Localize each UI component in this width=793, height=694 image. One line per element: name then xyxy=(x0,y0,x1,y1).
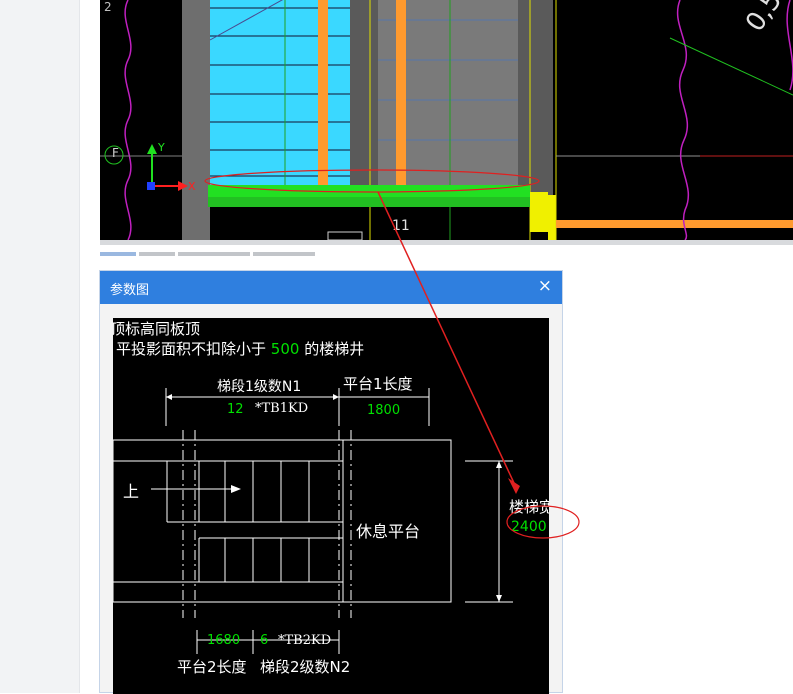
platform1-label: 平台1长度 xyxy=(343,375,413,393)
n2-value[interactable]: 6 xyxy=(260,633,268,648)
stair-width-label: 楼梯宽 xyxy=(509,498,549,516)
axis-y-label: Y xyxy=(158,141,165,154)
parameter-diagram: 顶标高同板顶 平投影面积不扣除小于 500 的楼梯井 梯段1级数N1 平台1长度… xyxy=(113,318,549,694)
stairwell-area-value[interactable]: 500 xyxy=(271,340,300,358)
dialog-titlebar[interactable]: 参数图 × xyxy=(100,271,562,304)
left-gutter xyxy=(0,0,80,693)
cad-viewport[interactable]: F Y X 11 2 0,5 xyxy=(100,0,793,240)
axis-x-label: X xyxy=(188,180,196,193)
note-line-2-prefix: 平投影面积不扣除小于 xyxy=(116,340,267,358)
cad-layout-tabs[interactable] xyxy=(100,241,318,256)
n1-value[interactable]: 12 xyxy=(227,402,244,417)
note-line-2: 平投影面积不扣除小于 500 的楼梯井 xyxy=(116,338,364,359)
layout-tab[interactable] xyxy=(100,252,136,256)
parameter-dialog: 参数图 × 顶标高同板顶 平投影面积不扣除小于 500 的楼梯井 梯段1级数N1… xyxy=(99,270,563,694)
up-label: 上 xyxy=(123,482,140,501)
layout-tab[interactable] xyxy=(178,252,250,256)
n2-label: 梯段2级数N2 xyxy=(260,658,351,676)
platform2-label: 平台2长度 xyxy=(177,658,247,676)
axis-f-label: F xyxy=(112,146,119,160)
rest-platform-label: 休息平台 xyxy=(356,522,421,541)
tb1kd-label: *TB1KD xyxy=(255,401,309,416)
note-line-1: 顶标高同板顶 xyxy=(113,320,201,338)
tb2kd-label: *TB2KD xyxy=(278,633,332,648)
layout-tab[interactable] xyxy=(253,252,315,256)
platform1-value[interactable]: 1800 xyxy=(367,403,400,418)
stair-width-value[interactable]: 2400 xyxy=(511,519,547,535)
dialog-title: 参数图 xyxy=(110,283,150,298)
note-line-2-suffix: 的楼梯井 xyxy=(304,340,365,358)
grid-label-2: 2 xyxy=(104,0,112,14)
layout-tab[interactable] xyxy=(139,252,175,256)
cad-drawing xyxy=(100,0,793,240)
close-button[interactable]: × xyxy=(538,276,552,296)
n1-label: 梯段1级数N1 xyxy=(217,379,302,395)
grid-label-11: 11 xyxy=(392,218,410,234)
platform2-value[interactable]: 1680 xyxy=(207,633,240,648)
